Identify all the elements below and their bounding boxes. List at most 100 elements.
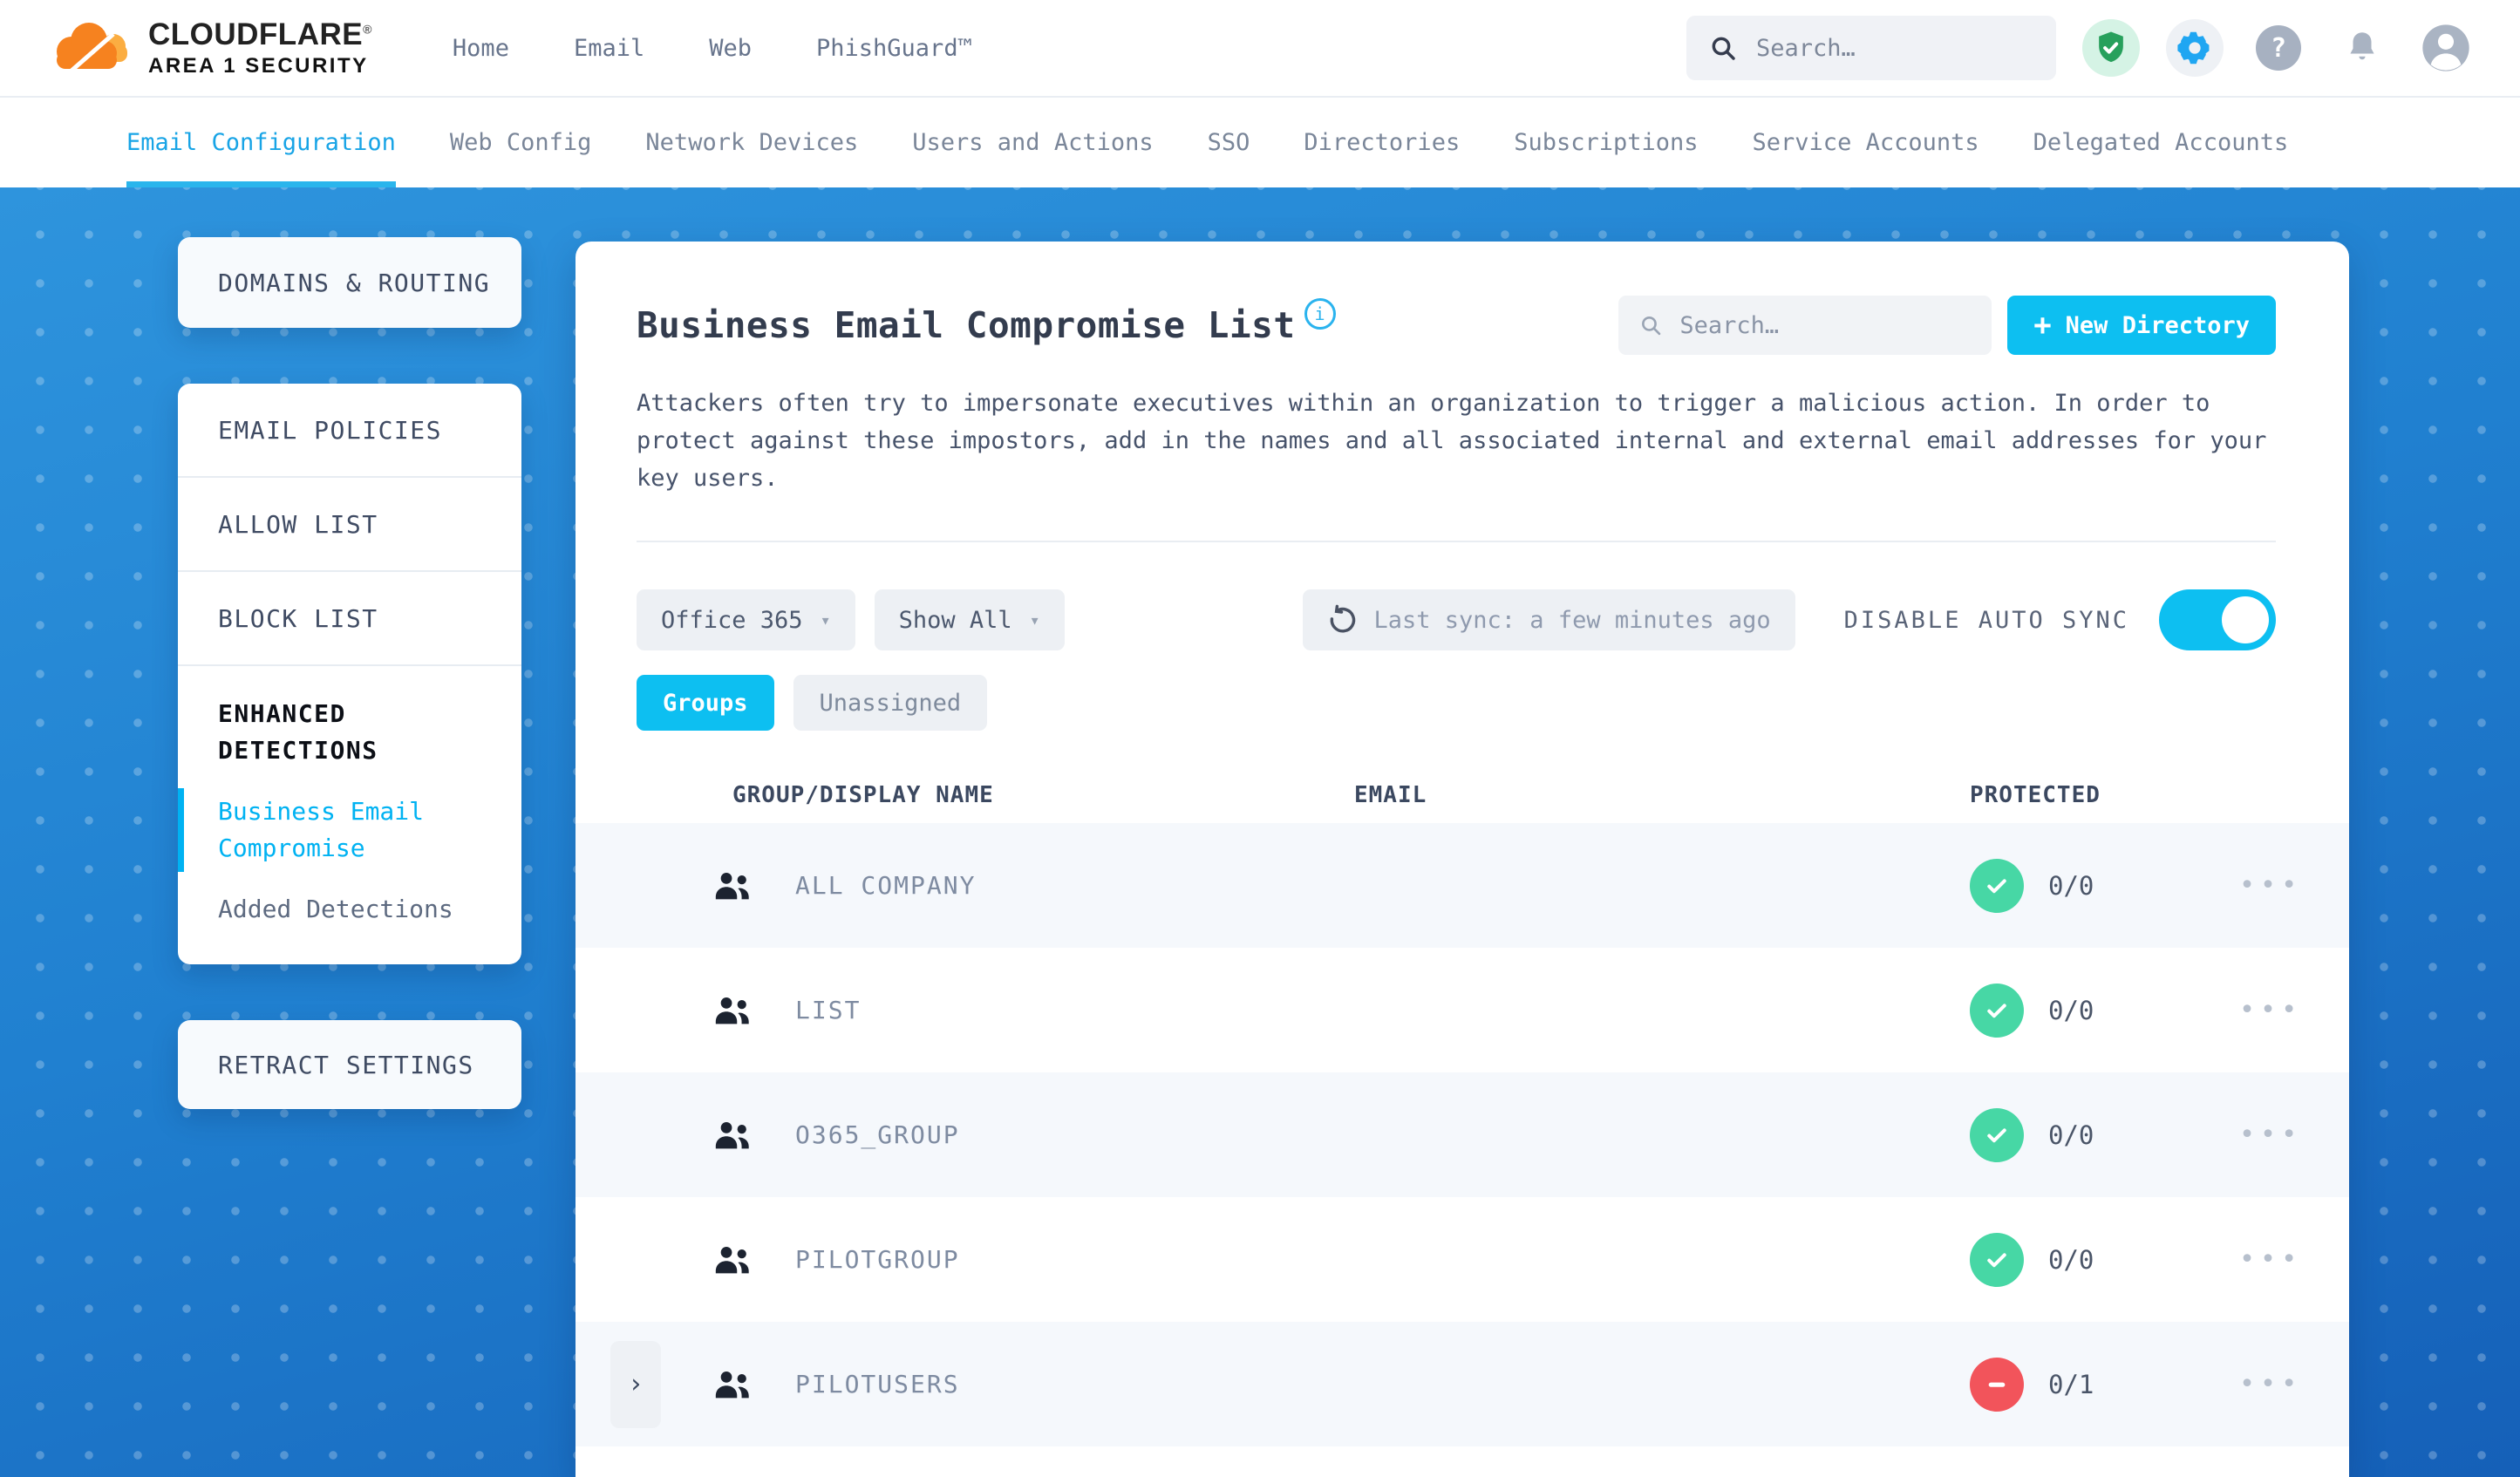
shield-check-icon [2099, 31, 2123, 63]
security-status-icon[interactable] [2082, 19, 2140, 77]
view-tabs: Groups Unassigned [637, 675, 2276, 731]
row-actions-icon[interactable]: ••• [2239, 1121, 2302, 1148]
nav-item-email[interactable]: Email [574, 35, 644, 62]
app-page: CLOUDFLARE® AREA 1 SECURITY Home Email Web… [0, 0, 2520, 1477]
global-search-input[interactable] [1754, 33, 2033, 63]
table-row[interactable]: LIST 0/0 ••• [576, 948, 2349, 1072]
list-search-input[interactable] [1678, 310, 1972, 340]
group-name: ALL COMPANY [795, 871, 977, 900]
protected-count: 0/0 [2048, 1120, 2094, 1150]
sidebar-item-domains-routing[interactable]: DOMAINS & ROUTING [178, 237, 521, 328]
groups-table: GROUP/DISPLAY NAME EMAIL PROTECTED ALL C… [576, 767, 2349, 1446]
search-icon [1712, 37, 1735, 60]
view-tab-unassigned[interactable]: Unassigned [793, 675, 988, 731]
row-actions-icon[interactable]: ••• [2239, 997, 2302, 1024]
sidebar-item-email-policies[interactable]: EMAIL POLICIES [178, 384, 521, 478]
tab-web-config[interactable]: Web Config [450, 98, 592, 187]
sidebar-link-added-detections[interactable]: Added Detections [218, 891, 487, 928]
view-tab-groups[interactable]: Groups [637, 675, 774, 731]
logo-subtitle: AREA 1 SECURITY [148, 53, 369, 78]
top-bar: CLOUDFLARE® AREA 1 SECURITY Home Email Web… [0, 0, 2520, 98]
tab-network-devices[interactable]: Network Devices [645, 98, 858, 187]
show-filter-select[interactable]: Show All ▾ [874, 589, 1065, 650]
global-search[interactable] [1686, 16, 2056, 80]
logo-wordmark: CLOUDFLARE® [148, 17, 372, 52]
group-people-icon [715, 872, 749, 899]
sidebar-policies-card: EMAIL POLICIES ALLOW LIST BLOCK LIST ENH… [178, 384, 521, 964]
row-actions-icon[interactable]: ••• [2239, 1246, 2302, 1273]
new-directory-button[interactable]: + New Directory [2007, 296, 2276, 355]
sidebar-item-retract-settings[interactable]: RETRACT SETTINGS [178, 1020, 521, 1109]
gear-icon [2177, 31, 2210, 65]
account-icon[interactable] [2417, 19, 2475, 77]
sidebar: DOMAINS & ROUTING EMAIL POLICIES ALLOW L… [178, 237, 521, 1109]
content-area: DOMAINS & ROUTING EMAIL POLICIES ALLOW L… [0, 187, 2520, 1477]
plus-icon: + [2033, 308, 2052, 343]
chevron-down-icon: ▾ [820, 609, 831, 630]
group-name: PILOTGROUP [795, 1245, 960, 1274]
table-row[interactable]: O365_GROUP 0/0 ••• [576, 1072, 2349, 1197]
nav-item-home[interactable]: Home [453, 35, 509, 62]
protected-count: 0/1 [2048, 1369, 2094, 1399]
last-sync-button[interactable]: Last sync: a few minutes ago [1302, 589, 1795, 650]
group-name: PILOTUSERS [795, 1370, 960, 1399]
protected-check-badge [1970, 1107, 2024, 1162]
bell-icon [2350, 32, 2374, 60]
group-people-icon [715, 1371, 749, 1398]
directory-select[interactable]: Office 365 ▾ [637, 589, 855, 650]
user-avatar-icon [2422, 24, 2469, 71]
auto-sync-toggle[interactable] [2159, 589, 2276, 650]
page-title: Business Email Compromise List [637, 304, 1296, 346]
tab-delegated-accounts[interactable]: Delegated Accounts [2033, 98, 2289, 187]
tab-directories[interactable]: Directories [1304, 98, 1460, 187]
table-row[interactable]: PILOTGROUP 0/0 ••• [576, 1197, 2349, 1322]
nav-item-phishguard-[interactable]: PhishGuard™ [816, 35, 972, 62]
refresh-icon [1330, 604, 1355, 633]
column-email: EMAIL [1354, 782, 1427, 808]
group-people-icon [715, 997, 749, 1024]
tab-service-accounts[interactable]: Service Accounts [1753, 98, 1979, 187]
column-protected: PROTECTED [1970, 782, 2101, 808]
group-people-icon [715, 1246, 749, 1273]
table-row[interactable]: ALL COMPANY 0/0 ••• [576, 823, 2349, 948]
table-header: GROUP/DISPLAY NAME EMAIL PROTECTED [576, 767, 2349, 823]
protected-count: 0/0 [2048, 1244, 2094, 1275]
cloudflare-logo: CLOUDFLARE® AREA 1 SECURITY [45, 17, 372, 79]
protected-count: 0/0 [2048, 870, 2094, 901]
tab-subscriptions[interactable]: Subscriptions [1514, 98, 1698, 187]
disable-auto-sync-label: DISABLE AUTO SYNC [1843, 606, 2129, 634]
primary-nav: Home Email Web PhishGuard™ [453, 35, 972, 62]
table-row[interactable]: › PILOTUSERS 0/1 ••• [576, 1322, 2349, 1446]
list-search[interactable] [1618, 296, 1992, 355]
group-name: LIST [795, 996, 862, 1024]
enhanced-detections-title[interactable]: ENHANCED DETECTIONS [218, 696, 487, 769]
chevron-down-icon: ▾ [1029, 609, 1040, 630]
section-tab-bar: Email Configuration Web Config Network Dev… [0, 98, 2520, 187]
protected-check-badge [1970, 983, 2024, 1038]
protected-check-badge [1970, 1232, 2024, 1287]
sidebar-section-enhanced-detections: ENHANCED DETECTIONS Business Email Compr… [178, 666, 521, 964]
tab-email-configuration[interactable]: Email Configuration [126, 98, 396, 187]
divider [637, 541, 2276, 542]
row-actions-icon[interactable]: ••• [2239, 1371, 2302, 1398]
group-name: O365_GROUP [795, 1120, 960, 1149]
sidebar-link-business-email-compromise[interactable]: Business Email Compromise [178, 788, 487, 872]
cloudflare-cloud-icon [57, 23, 127, 72]
sidebar-item-block-list[interactable]: BLOCK LIST [178, 572, 521, 666]
help-icon[interactable]: ? [2250, 19, 2307, 77]
settings-icon[interactable] [2166, 19, 2224, 77]
protected-check-badge [1970, 858, 2024, 913]
sidebar-item-allow-list[interactable]: ALLOW LIST [178, 478, 521, 572]
not-protected-badge [1970, 1357, 2024, 1412]
expand-row-button[interactable]: › [610, 1340, 661, 1428]
search-icon [1642, 316, 1661, 336]
page-description: Attackers often try to impersonate execu… [637, 390, 2267, 492]
registered-mark: ® [363, 22, 372, 37]
nav-item-web[interactable]: Web [709, 35, 752, 62]
notifications-icon[interactable] [2333, 19, 2391, 77]
protected-count: 0/0 [2048, 995, 2094, 1025]
row-actions-icon[interactable]: ••• [2239, 872, 2302, 899]
tab-sso[interactable]: SSO [1208, 98, 1250, 187]
info-icon[interactable]: i [1304, 298, 1336, 330]
tab-users-and-actions[interactable]: Users and Actions [912, 98, 1153, 187]
